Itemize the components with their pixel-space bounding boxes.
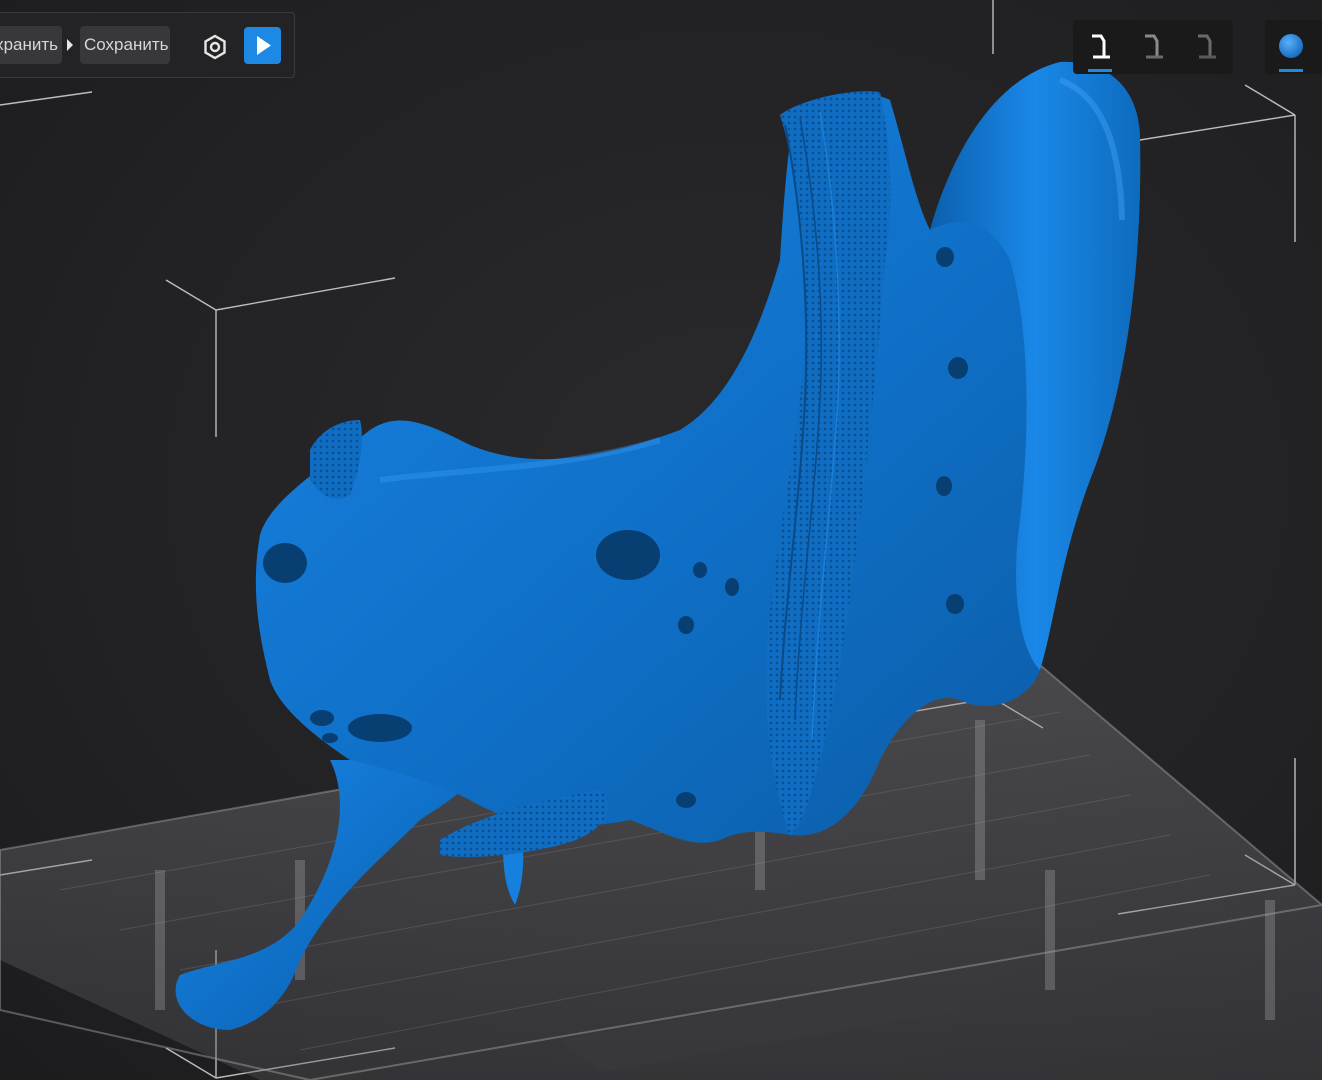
printer-view-icon bbox=[1145, 34, 1163, 59]
printer-view-icon bbox=[1092, 34, 1110, 59]
view-mode-2-button[interactable] bbox=[1126, 20, 1179, 74]
job-toolbar: хранить Сохранить bbox=[0, 12, 295, 78]
settings-icon bbox=[204, 34, 226, 60]
breadcrumb-separator-icon bbox=[67, 39, 73, 51]
view-mode-1-button[interactable] bbox=[1073, 20, 1126, 74]
view-mode-3-button[interactable] bbox=[1179, 20, 1232, 74]
shading-group bbox=[1265, 20, 1322, 74]
sphere-shading-icon bbox=[1279, 34, 1303, 58]
play-icon bbox=[257, 36, 271, 55]
breadcrumb-save-2[interactable]: Сохранить bbox=[80, 26, 170, 64]
3d-viewport[interactable]: хранить Сохранить bbox=[0, 0, 1322, 1080]
breadcrumb-save-1[interactable]: хранить bbox=[0, 26, 62, 64]
solid-shading-button[interactable] bbox=[1265, 20, 1317, 74]
printer-view-icon bbox=[1198, 34, 1216, 59]
settings-button[interactable] bbox=[201, 33, 229, 61]
start-print-button[interactable] bbox=[244, 27, 281, 64]
view-mode-group bbox=[1073, 20, 1233, 74]
scene-canvas[interactable] bbox=[0, 0, 1322, 1080]
